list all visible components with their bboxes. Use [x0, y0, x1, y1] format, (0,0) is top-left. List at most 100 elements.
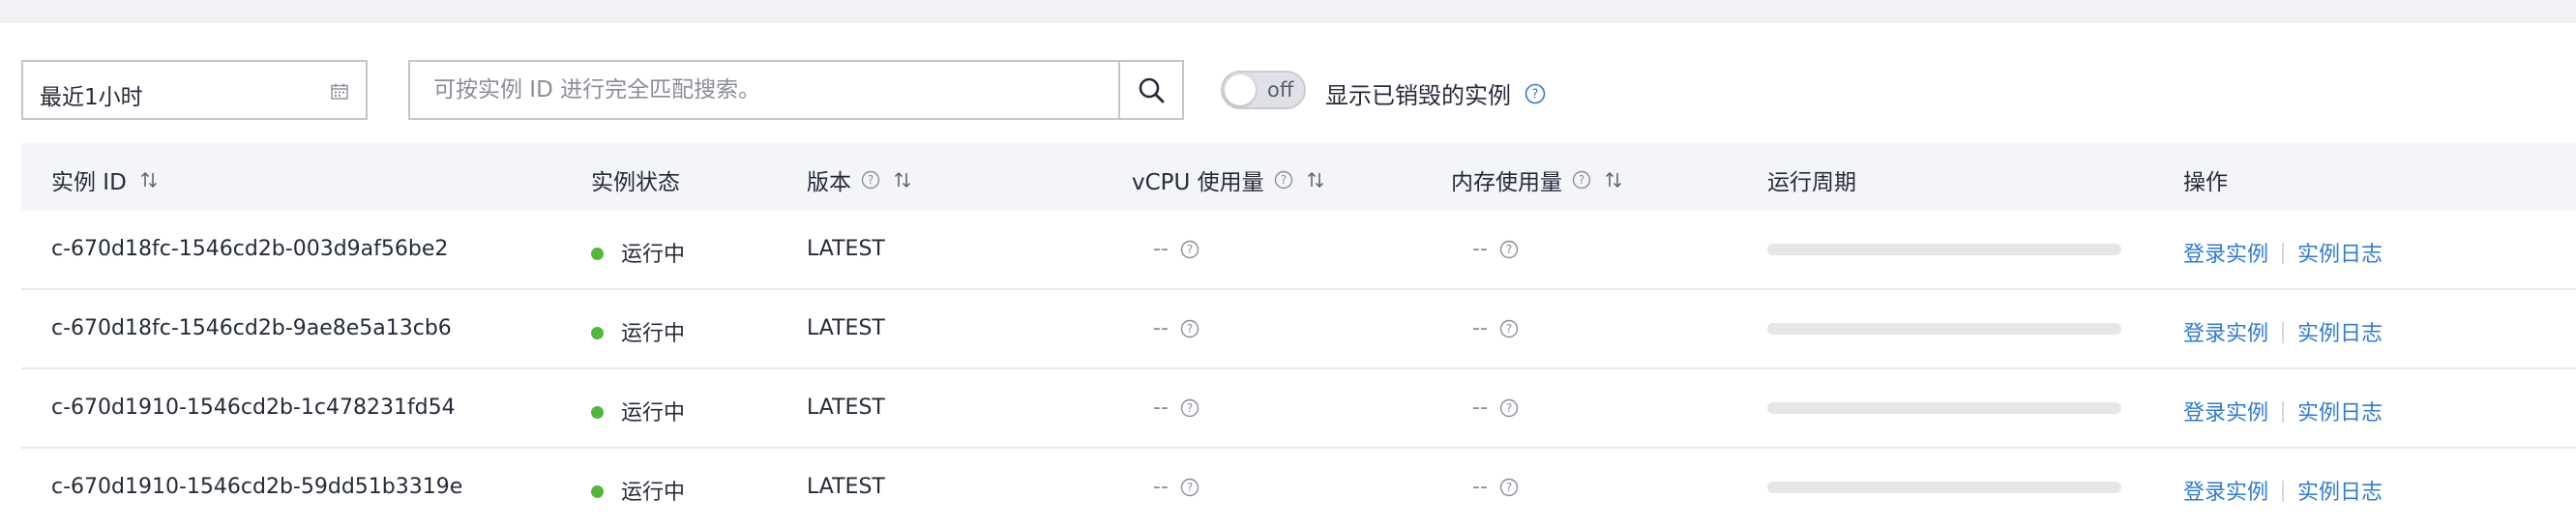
col-header-version: 版本 ?	[807, 163, 911, 196]
col-header-cpu: vCPU 使用量 ?	[1132, 163, 1324, 196]
col-header-memory: 内存使用量 ?	[1451, 163, 1622, 196]
toolbar: 最近1小时 off 显示已销毁的实例 ?	[0, 60, 2576, 124]
login-instance-link[interactable]: 登录实例	[2183, 481, 2268, 505]
svg-text:?: ?	[1506, 401, 1512, 415]
help-icon[interactable]: ?	[1274, 170, 1293, 190]
instance-version: LATEST	[807, 396, 885, 420]
memory-usage-value: --	[1472, 316, 1488, 340]
col-header-period: 运行周期	[1767, 163, 1856, 196]
sort-icon[interactable]	[1605, 171, 1622, 189]
help-icon[interactable]: ?	[1180, 398, 1199, 418]
help-icon[interactable]: ?	[1499, 240, 1519, 259]
search-field	[408, 60, 1184, 120]
table-row: c-670d18fc-1546cd2b-003d9af56be2 运行中 LAT…	[21, 211, 2576, 290]
run-period-bar	[1767, 482, 2121, 493]
cpu-usage-value: --	[1153, 396, 1169, 420]
svg-text:?: ?	[1187, 401, 1193, 415]
show-destroyed-label: 显示已销毁的实例	[1325, 82, 1511, 109]
instance-status: 运行中	[591, 396, 685, 426]
instance-log-link[interactable]: 实例日志	[2297, 322, 2383, 346]
row-actions: 登录实例 实例日志	[2183, 316, 2383, 347]
status-running-dot	[591, 406, 604, 419]
cpu-usage-value: --	[1153, 475, 1169, 499]
status-text: 运行中	[621, 481, 686, 505]
action-divider	[2282, 401, 2285, 423]
toggle-state-text: off	[1267, 78, 1294, 102]
svg-text:?: ?	[1532, 88, 1539, 103]
help-icon[interactable]: ?	[1572, 170, 1591, 190]
cpu-usage-value: --	[1153, 316, 1169, 340]
help-icon[interactable]: ?	[1499, 398, 1519, 418]
memory-usage: --?	[1472, 237, 1519, 261]
memory-usage-value: --	[1472, 237, 1488, 261]
help-icon[interactable]: ?	[1180, 319, 1199, 338]
col-header-actions-label: 操作	[2183, 170, 2228, 195]
run-period-bar	[1767, 323, 2121, 335]
col-header-id-label: 实例 ID	[51, 170, 127, 195]
svg-text:?: ?	[868, 173, 873, 187]
help-icon[interactable]: ?	[1499, 478, 1519, 497]
cpu-usage-value: --	[1153, 237, 1169, 261]
instance-id: c-670d1910-1546cd2b-59dd51b3319e	[51, 475, 463, 499]
action-divider	[2282, 322, 2285, 343]
instance-id: c-670d1910-1546cd2b-1c478231fd54	[51, 396, 456, 420]
svg-text:?: ?	[1187, 481, 1193, 494]
time-range-value: 最近1小时	[40, 85, 143, 110]
sort-icon[interactable]	[140, 171, 158, 189]
time-range-picker[interactable]: 最近1小时	[21, 60, 368, 120]
search-icon	[1139, 77, 1165, 103]
help-icon[interactable]: ?	[1525, 83, 1546, 104]
cpu-usage: --?	[1153, 396, 1199, 420]
search-button[interactable]	[1118, 62, 1182, 118]
status-running-dot	[591, 327, 604, 339]
col-header-id: 实例 ID	[51, 163, 158, 196]
instance-status: 运行中	[591, 475, 685, 506]
status-text: 运行中	[621, 401, 686, 425]
help-icon[interactable]: ?	[1180, 478, 1199, 497]
col-header-cpu-label: vCPU 使用量	[1132, 170, 1264, 195]
col-header-period-label: 运行周期	[1767, 170, 1856, 195]
status-text: 运行中	[621, 322, 686, 346]
instance-log-link[interactable]: 实例日志	[2297, 401, 2383, 425]
status-running-dot	[591, 485, 604, 498]
instance-log-link[interactable]: 实例日志	[2297, 481, 2383, 505]
svg-text:?: ?	[1187, 322, 1193, 336]
cpu-usage: --?	[1153, 237, 1199, 261]
help-icon[interactable]: ?	[861, 170, 880, 190]
row-actions: 登录实例 实例日志	[2183, 237, 2383, 268]
sort-icon[interactable]	[894, 171, 911, 189]
instance-log-link[interactable]: 实例日志	[2297, 243, 2383, 267]
cpu-usage: --?	[1153, 475, 1199, 499]
row-actions: 登录实例 实例日志	[2183, 475, 2383, 506]
login-instance-link[interactable]: 登录实例	[2183, 322, 2268, 346]
svg-text:?: ?	[1187, 243, 1193, 256]
col-header-version-label: 版本	[807, 170, 851, 195]
help-icon[interactable]: ?	[1499, 319, 1519, 338]
instance-id: c-670d18fc-1546cd2b-003d9af56be2	[51, 237, 449, 261]
table-header: 实例 ID 实例状态 版本 ? vCPU 使用量 ? 内存使用量 ? 运行周期 …	[21, 143, 2576, 211]
show-destroyed-toggle[interactable]: off	[1221, 71, 1306, 109]
top-band	[0, 0, 2576, 23]
help-icon[interactable]: ?	[1180, 240, 1199, 259]
calendar-icon	[331, 83, 348, 100]
instance-id: c-670d18fc-1546cd2b-9ae8e5a13cb6	[51, 316, 452, 340]
svg-text:?: ?	[1506, 243, 1512, 256]
sort-icon[interactable]	[1307, 171, 1324, 189]
cpu-usage: --?	[1153, 316, 1199, 340]
action-divider	[2282, 243, 2285, 264]
instance-version: LATEST	[807, 237, 885, 261]
instance-status: 运行中	[591, 237, 685, 268]
status-text: 运行中	[621, 243, 686, 267]
instance-status: 运行中	[591, 316, 685, 347]
col-header-memory-label: 内存使用量	[1451, 170, 1562, 195]
login-instance-link[interactable]: 登录实例	[2183, 243, 2268, 267]
svg-text:?: ?	[1579, 173, 1584, 187]
login-instance-link[interactable]: 登录实例	[2183, 401, 2268, 425]
memory-usage: --?	[1472, 475, 1519, 499]
memory-usage-value: --	[1472, 475, 1488, 499]
instance-version: LATEST	[807, 475, 885, 499]
svg-text:?: ?	[1506, 322, 1512, 336]
action-divider	[2282, 481, 2285, 502]
search-input[interactable]	[410, 62, 1120, 118]
svg-text:?: ?	[1506, 481, 1512, 494]
